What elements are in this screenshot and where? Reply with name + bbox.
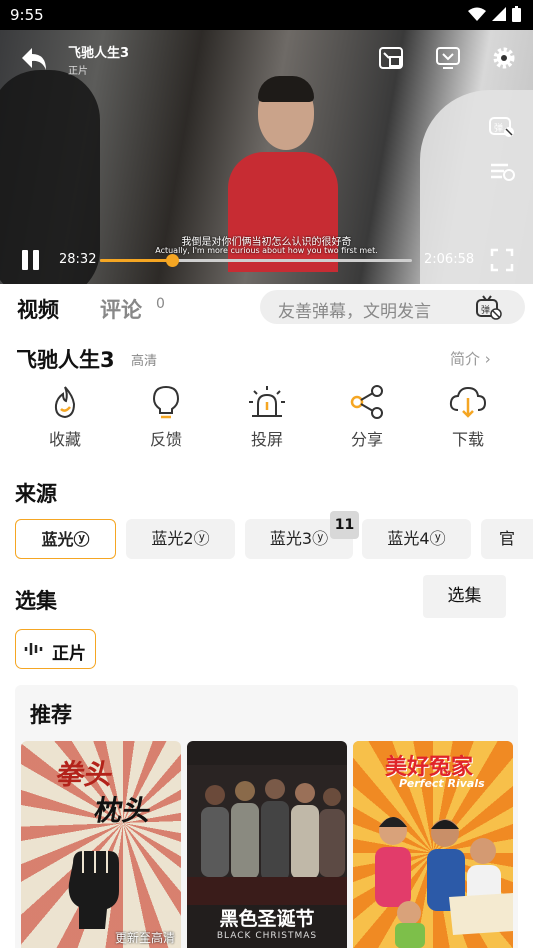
tab-comments[interactable]: 评论 [100,294,142,324]
video-player[interactable]: 我倒是对你们俩当初怎么认识的很好奇 Actually, I'm more cur… [0,30,533,284]
action-row: 收藏 反馈 投屏 分享 下载 [0,384,533,464]
progress-knob[interactable] [165,254,179,267]
signal-icon [492,6,506,21]
total-time: 2:06:58 [424,252,475,267]
sound-wave-icon [24,643,43,655]
video-title: 飞驰人生3 [16,348,115,372]
player-title: 飞驰人生3 [68,46,130,61]
episode-label: 正片 [52,644,86,664]
player-top-bar: 飞驰人生3 正片 [0,30,533,90]
recommend-section: 推荐 拳头 枕头 更新至高清 黑色圣诞节 BLACK CHRISTMAS 美好冤… [15,685,518,948]
fullscreen-icon[interactable] [490,248,514,272]
player-controls: 28:32 2:06:58 [0,240,533,284]
wifi-icon [468,7,486,21]
source-option[interactable]: 蓝光2ⓨ [126,519,235,559]
feedback-icon [152,385,180,419]
content-tabs: 视频 评论 0 友善弹幕，文明发言 弹 [0,284,533,330]
intro-link[interactable]: 简介 › [450,348,491,369]
poster-title: 黑色圣诞节 [219,908,315,930]
settings-gear-icon[interactable] [490,44,518,72]
progress-fill [100,259,172,262]
episodes-heading: 选集 [15,589,57,613]
quality-label: 高清 [131,354,158,369]
pip-icon[interactable] [377,44,405,72]
status-time: 9:55 [10,6,44,24]
update-status: 更新至高清 [114,931,175,945]
poster-title-en: Perfect Rivals [399,777,485,790]
action-download[interactable]: 下载 [428,384,508,450]
comments-count: 0 [156,296,165,312]
recommend-poster[interactable]: 拳头 枕头 更新至高清 [21,741,181,948]
poster-title-en: BLACK CHRISTMAS [216,931,318,941]
poster-cast-image [187,765,347,905]
current-time: 28:32 [59,252,97,267]
pause-icon[interactable] [20,250,42,272]
recommend-poster[interactable]: 美好冤家 Perfect Rivals [353,741,513,948]
episode-count-badge: 11 [330,511,359,539]
svg-text:弹: 弹 [494,122,503,134]
danmu-input[interactable]: 友善弹幕，文明发言 弹 [260,290,525,324]
danmu-toggle-icon[interactable]: 弹 [474,292,504,322]
action-cast[interactable]: 投屏 [227,384,307,450]
action-share[interactable]: 分享 [327,384,407,450]
danmu-settings-icon[interactable] [488,158,516,186]
poster-title: 枕头 [91,794,154,827]
tv-cast-icon[interactable] [434,44,462,72]
source-option[interactable]: 蓝光4ⓨ [362,519,471,559]
action-feedback[interactable]: 反馈 [126,384,206,450]
poster-cast-image [375,817,513,948]
tab-video[interactable]: 视频 [17,294,59,324]
favorite-icon [54,386,76,419]
episode-item[interactable]: 正片 [15,629,96,669]
progress-slider[interactable] [100,254,412,267]
fist-icon [68,851,119,929]
status-icons [468,6,521,22]
battery-icon [512,6,521,22]
recommend-poster[interactable]: 黑色圣诞节 BLACK CHRISTMAS [187,741,347,948]
episode-select-button[interactable]: 选集 [423,575,506,618]
danmu-placeholder: 友善弹幕，文明发言 [278,302,431,322]
svg-text:弹: 弹 [481,304,490,316]
back-arrow-icon[interactable] [18,44,50,74]
action-favorite[interactable]: 收藏 [25,384,105,450]
source-option[interactable]: 蓝光ⓨ [15,519,116,559]
share-icon [350,385,383,419]
poster-title: 拳头 [53,758,116,791]
sources-heading: 来源 [15,482,57,506]
cast-icon [249,386,285,417]
actor-figure [228,70,338,272]
player-subtitle: 正片 [68,66,88,77]
danmu-toggle-icon[interactable]: 弹 [488,112,516,140]
download-icon [449,386,487,418]
recommend-heading: 推荐 [30,703,72,727]
status-bar: 9:55 [0,0,533,30]
source-option[interactable]: 官 [481,519,533,559]
